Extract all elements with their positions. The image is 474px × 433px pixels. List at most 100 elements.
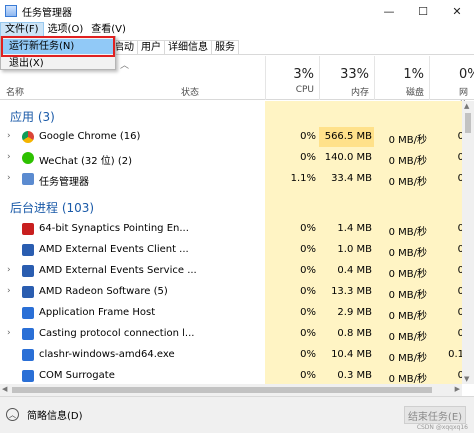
close-button[interactable]: ✕ (440, 0, 474, 22)
memory-value: 140.0 MB (324, 152, 372, 163)
process-row[interactable]: 64-bit Synaptics Pointing En... 0% 1.4 MB 0… (0, 219, 462, 239)
com-icon (22, 370, 34, 382)
end-task-button[interactable]: 结束任务(E) (404, 406, 466, 424)
exit-menu-item[interactable]: 退出(X) (1, 56, 115, 71)
expand-chevron-icon[interactable]: › (7, 173, 11, 183)
process-name: 任务管理器 (39, 177, 89, 188)
memory-value: 33.4 MB (331, 173, 372, 184)
column-memory[interactable]: 33% 内存 (319, 56, 374, 100)
menu-view[interactable]: 查看(V) (87, 22, 130, 37)
disk-value: 0 MB/秒 (388, 332, 427, 343)
memory-value: 13.3 MB (331, 286, 372, 297)
process-name: WeChat (32 位) (2) (39, 156, 133, 167)
network-total: 0% (459, 67, 474, 82)
process-name: AMD External Events Service ... (39, 265, 197, 276)
disk-value: 0 MB/秒 (388, 135, 427, 146)
memory-value: 566.5 MB (324, 131, 372, 142)
menu-options[interactable]: 选项(O) (44, 22, 88, 37)
cpu-value: 0% (300, 307, 316, 318)
amd-service-icon (22, 265, 34, 277)
process-name: Google Chrome (16) (39, 131, 141, 142)
window-controls: — ☐ ✕ (372, 0, 474, 22)
task-manager-icon (22, 173, 34, 185)
column-memory-label: 内存 (350, 88, 369, 98)
disk-value: 0 MB/秒 (388, 311, 427, 322)
cpu-value: 0% (300, 286, 316, 297)
vertical-scrollbar[interactable]: ▲ ▼ (462, 101, 474, 384)
cpu-value: 0% (300, 131, 316, 142)
process-row[interactable]: clashr-windows-amd64.exe 0% 10.4 MB 0 MB/秒 0… (0, 345, 462, 365)
wechat-icon (22, 152, 34, 164)
memory-total: 33% (340, 67, 369, 82)
disk-value: 0 MB/秒 (388, 269, 427, 280)
process-row[interactable]: COM Surrogate 0% 0.3 MB 0 MB/秒 0 (0, 366, 462, 384)
process-name: AMD Radeon Software (5) (39, 286, 168, 297)
window-title: 任务管理器 (22, 7, 72, 19)
expand-chevron-icon[interactable]: › (7, 286, 11, 296)
column-cpu[interactable]: 3% CPU (265, 56, 319, 100)
process-row[interactable]: › Casting protocol connection l... 0% 0.8 M… (0, 324, 462, 344)
menu-bar: 文件(F) 选项(O) 查看(V) (0, 22, 474, 37)
exe-icon (22, 349, 34, 361)
disk-value: 0 MB/秒 (388, 177, 427, 188)
disk-value: 0 MB/秒 (388, 353, 427, 364)
scroll-up-icon[interactable]: ▲ (464, 102, 469, 110)
process-row[interactable]: AMD External Events Client ... 0% 1.0 MB 0 … (0, 240, 462, 260)
group-background: 后台进程 (103) (10, 201, 95, 215)
horizontal-scrollbar[interactable]: ◀ ▶ (0, 384, 462, 396)
disk-value: 0 MB/秒 (388, 290, 427, 301)
expand-chevron-icon[interactable]: › (7, 328, 11, 338)
chevron-up-circle-icon: ︿ (6, 408, 19, 421)
less-details-button[interactable]: ︿ 简略信息(D) (6, 407, 83, 422)
process-name: clashr-windows-amd64.exe (39, 349, 175, 360)
casting-icon (22, 328, 34, 340)
chrome-icon (22, 131, 34, 143)
process-row[interactable]: › Google Chrome (16) 0% 566.5 MB 0 MB/秒 0 (0, 127, 462, 147)
tab-users[interactable]: 用户 (137, 40, 165, 54)
memory-value: 0.3 MB (337, 370, 372, 381)
highlight-annotation-box (1, 36, 115, 57)
cpu-value: 0% (300, 265, 316, 276)
maximize-button[interactable]: ☐ (406, 0, 440, 22)
synaptics-icon (22, 223, 34, 235)
scroll-left-icon[interactable]: ◀ (2, 385, 7, 393)
memory-value: 0.4 MB (337, 265, 372, 276)
tab-details[interactable]: 详细信息 (164, 40, 212, 54)
column-status[interactable]: 状态 (175, 56, 265, 100)
task-manager-icon (5, 5, 17, 17)
network-value: 0.1 (448, 349, 462, 360)
menu-file[interactable]: 文件(F) (0, 22, 44, 37)
memory-value: 1.0 MB (337, 244, 372, 255)
process-row[interactable]: › 任务管理器 1.1% 33.4 MB 0 MB/秒 0 (0, 169, 462, 189)
vertical-scroll-thumb[interactable] (465, 113, 471, 133)
cpu-value: 0% (300, 349, 316, 360)
app-frame-icon (22, 307, 34, 319)
process-list: 应用 (3) 后台进程 (103) › Google Chrome (16) 0% 5… (0, 101, 462, 384)
expand-chevron-icon[interactable]: › (7, 265, 11, 275)
watermark: CSDN @xqqxq16 (416, 424, 468, 431)
memory-value: 1.4 MB (337, 223, 372, 234)
column-disk[interactable]: 1% 磁盘 (374, 56, 429, 100)
disk-total: 1% (403, 67, 424, 82)
process-name: Application Frame Host (39, 307, 156, 318)
column-network[interactable]: 0% 网络 (429, 56, 474, 111)
expand-chevron-icon[interactable]: › (7, 152, 11, 162)
minimize-button[interactable]: — (372, 0, 406, 22)
expand-chevron-icon[interactable]: › (7, 131, 11, 141)
process-row[interactable]: › AMD Radeon Software (5) 0% 13.3 MB 0 MB/秒 0 (0, 282, 462, 302)
cpu-value: 0% (300, 244, 316, 255)
process-row[interactable]: › AMD External Events Service ... 0% 0.4 MB… (0, 261, 462, 281)
cpu-value: 0% (300, 152, 316, 163)
process-row[interactable]: Application Frame Host 0% 2.9 MB 0 MB/秒 0 (0, 303, 462, 323)
column-status-label: 状态 (181, 88, 200, 98)
memory-value: 0.8 MB (337, 328, 372, 339)
tab-services[interactable]: 服务 (211, 40, 239, 54)
cpu-value: 0% (300, 370, 316, 381)
scroll-right-icon[interactable]: ▶ (455, 385, 460, 393)
cpu-total: 3% (293, 67, 314, 82)
scroll-down-icon[interactable]: ▼ (464, 375, 469, 383)
horizontal-scroll-thumb[interactable] (12, 387, 432, 393)
cpu-value: 0% (300, 223, 316, 234)
process-name: AMD External Events Client ... (39, 244, 189, 255)
process-row[interactable]: › WeChat (32 位) (2) 0% 140.0 MB 0 MB/秒 0 (0, 148, 462, 168)
